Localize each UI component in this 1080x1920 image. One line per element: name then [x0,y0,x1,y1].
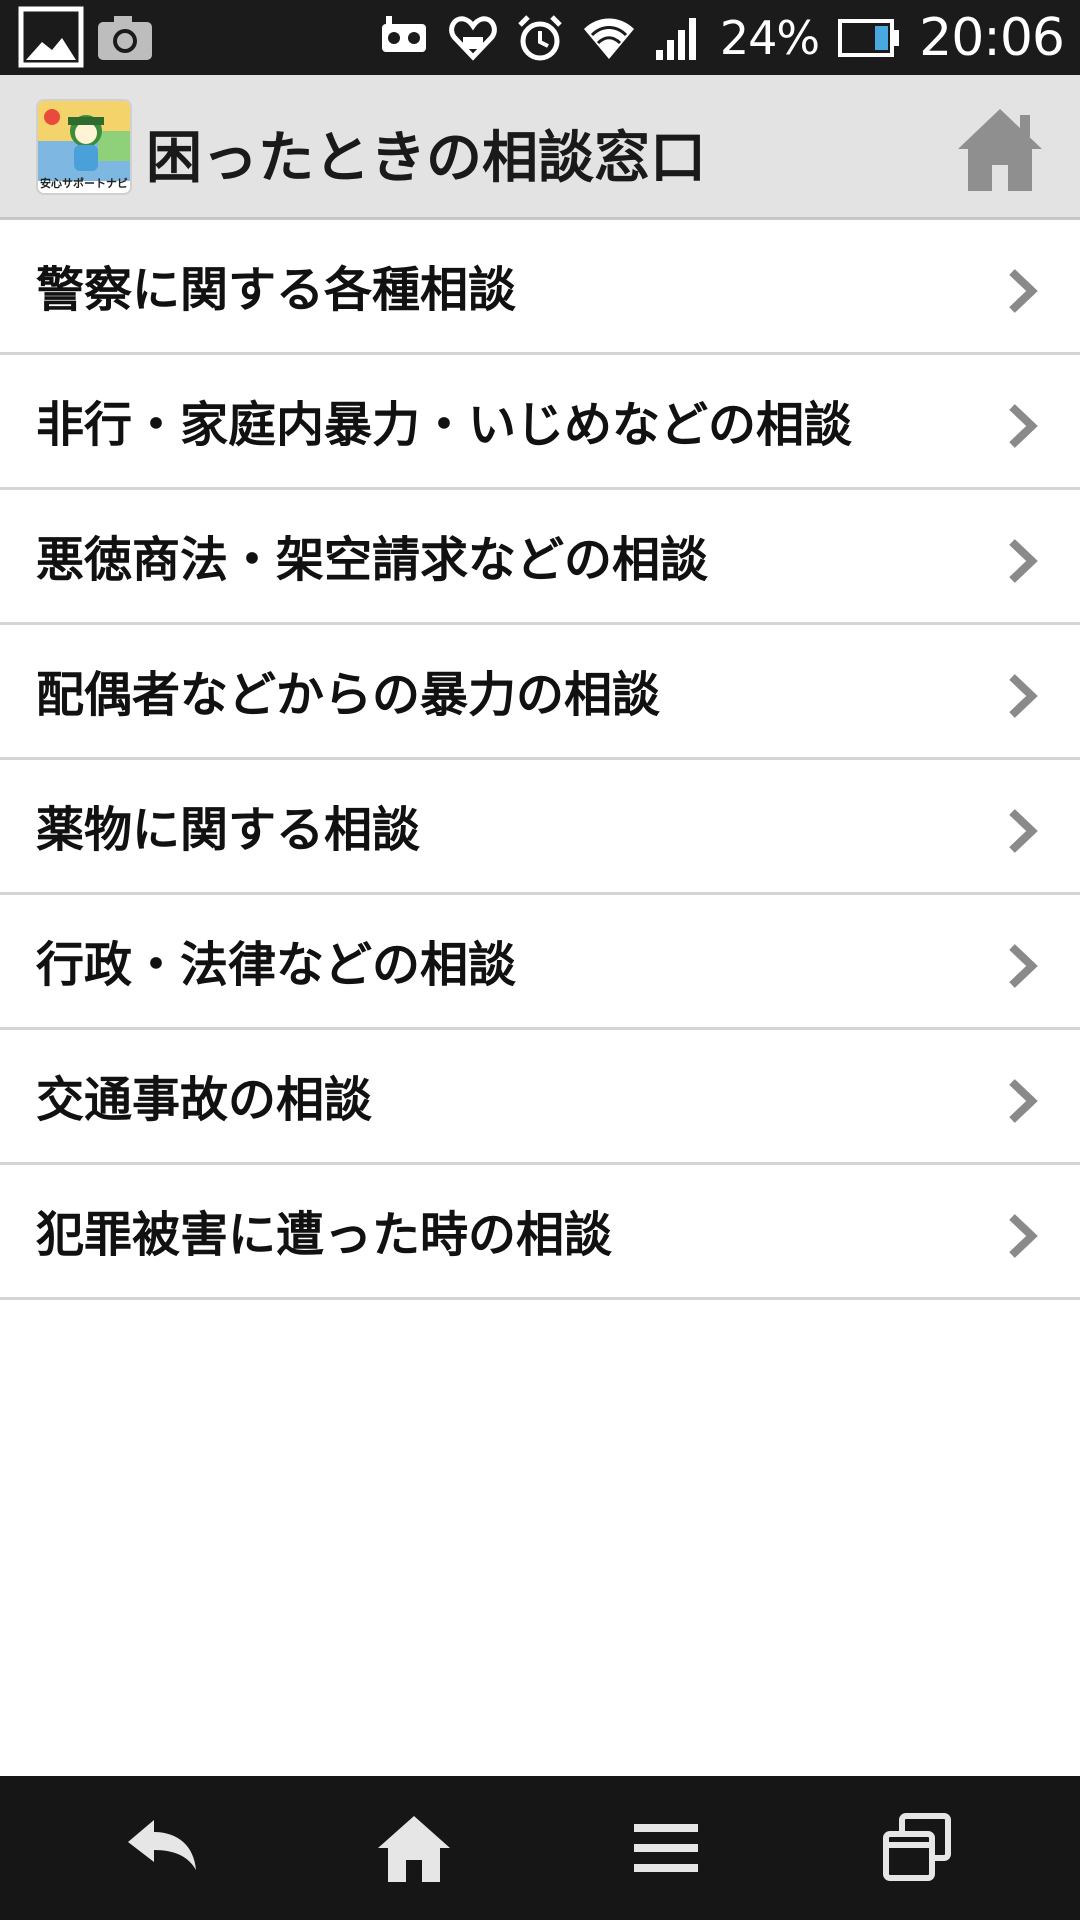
app-logo-caption: 安心サポートナビ [40,177,128,190]
menu-item-legal-consultation[interactable]: 行政・法律などの相談 [0,895,1080,1030]
back-button[interactable] [122,1812,202,1884]
menu-item-drug-consultation[interactable]: 薬物に関する相談 [0,760,1080,895]
chevron-right-icon [1009,1214,1038,1258]
menu-item-police-consultation[interactable]: 警察に関する各種相談 [0,220,1080,355]
recent-apps-icon [883,1813,951,1881]
menu-item-label: 交通事故の相談 [36,1072,373,1128]
nav-home-button[interactable] [374,1812,454,1884]
status-bar-system: 24% 20:06 [378,0,1065,75]
menu-icon [634,1824,698,1872]
menu-item-traffic-accident-consultation[interactable]: 交通事故の相談 [0,1030,1080,1165]
battery-percent: 24% [719,10,820,65]
app-header: 安心サポートナビ 困ったときの相談窓口 [0,75,1080,220]
menu-item-crime-victim-consultation[interactable]: 犯罪被害に遭った時の相談 [0,1165,1080,1300]
heart-notification-icon [449,15,497,61]
vr-headset-icon [381,15,426,52]
nav-menu-button[interactable] [626,1812,706,1884]
app-logo-mascot-icon [38,101,130,181]
status-bar: 24% 20:06 [0,0,1080,75]
menu-item-fraud-consultation[interactable]: 悪徳商法・架空請求などの相談 [0,490,1080,625]
app-logo: 安心サポートナビ [36,99,132,195]
menu-item-label: 配偶者などからの暴力の相談 [36,667,661,723]
wifi-icon [583,18,634,59]
system-navigation-bar [0,1776,1080,1920]
signal-icon [655,17,696,60]
battery-icon [838,18,900,57]
status-bar-notifications [18,6,156,68]
menu-item-label: 薬物に関する相談 [36,802,421,858]
chevron-right-icon [1009,944,1038,988]
alarm-icon [518,14,562,60]
menu-item-label: 行政・法律などの相談 [36,937,517,993]
camera-icon [98,16,152,60]
home-icon [378,1816,450,1882]
menu-item-delinquency-consultation[interactable]: 非行・家庭内暴力・いじめなどの相談 [0,355,1080,490]
recent-apps-button[interactable] [878,1812,958,1884]
chevron-right-icon [1009,674,1038,718]
consultation-menu-list: 警察に関する各種相談 非行・家庭内暴力・いじめなどの相談 悪徳商法・架空請求など… [0,220,1080,1300]
home-icon [958,109,1042,191]
back-icon [128,1820,196,1870]
chevron-right-icon [1009,809,1038,853]
gallery-icon [18,6,84,68]
menu-item-label: 悪徳商法・架空請求などの相談 [36,532,709,588]
chevron-right-icon [1009,269,1038,313]
menu-item-spousal-violence-consultation[interactable]: 配偶者などからの暴力の相談 [0,625,1080,760]
menu-item-label: 警察に関する各種相談 [36,262,517,318]
chevron-right-icon [1009,1079,1038,1123]
clock: 20:06 [919,7,1065,68]
chevron-right-icon [1009,404,1038,448]
chevron-right-icon [1009,539,1038,583]
page-title: 困ったときの相談窓口 [146,126,706,191]
menu-item-label: 犯罪被害に遭った時の相談 [36,1207,613,1263]
home-button[interactable] [954,105,1046,195]
menu-item-label: 非行・家庭内暴力・いじめなどの相談 [36,397,853,453]
